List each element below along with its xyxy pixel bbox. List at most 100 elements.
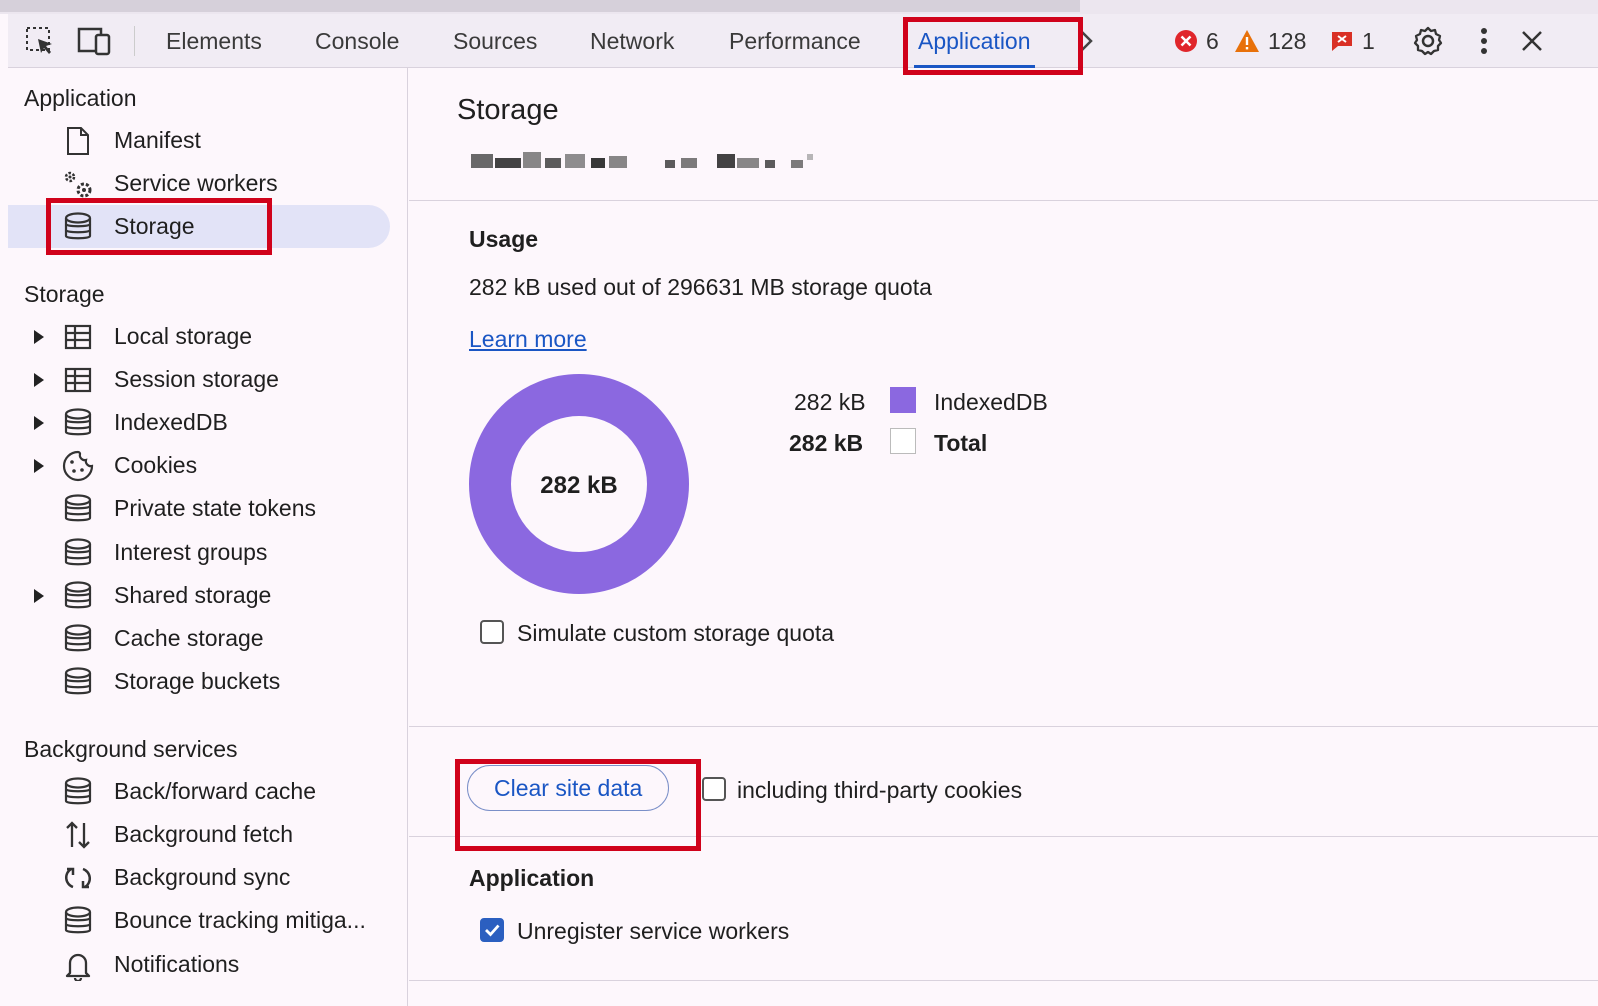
expand-triangle-icon[interactable] [28,329,50,345]
database-icon [58,579,98,613]
sidebar-item-storage[interactable]: Storage [8,205,390,248]
section-divider [409,836,1598,837]
sidebar-item-label: Storage buckets [114,668,281,694]
database-icon [58,406,98,440]
tab-console[interactable]: Console [315,14,399,68]
unregister-sw-label: Unregister service workers [517,918,790,944]
database-icon [58,536,98,570]
sidebar-item-label: Shared storage [114,582,272,608]
tab-performance[interactable]: Performance [729,14,861,68]
clear-site-data-button[interactable]: Clear site data [467,765,670,811]
tab-network[interactable]: Network [590,14,674,68]
sidebar-heading-background-services: Background services [24,736,238,762]
close-icon[interactable] [1512,22,1552,60]
tab-application[interactable]: Application [914,14,1035,68]
sidebar-item-manifest[interactable]: Manifest [8,119,398,162]
learn-more-link[interactable]: Learn more [469,326,587,353]
simulate-quota-checkbox[interactable] [480,620,504,644]
horizontal-scrollbar[interactable] [0,0,1080,12]
sidebar-item-label: IndexedDB [114,409,228,435]
sidebar-item-service-workers[interactable]: Service workers [8,162,398,205]
sidebar-item-local-storage[interactable]: Local storage [8,315,398,358]
application-heading: Application [469,865,595,891]
sidebar-item-background-fetch[interactable]: Background fetch [8,813,398,856]
inspect-element-icon[interactable] [20,22,60,60]
sidebar-item-label: Notifications [114,951,240,977]
sidebar-item-label: Session storage [114,366,279,392]
warning-icon [1235,30,1259,52]
window-top-strip [0,0,1598,14]
table-icon [58,363,98,397]
simulate-quota-label: Simulate custom storage quota [517,620,835,646]
section-divider [409,980,1598,981]
arrows-updown-icon [58,818,98,852]
expand-triangle-icon[interactable] [28,458,50,474]
sidebar-item-label: Cache storage [114,625,264,651]
errors-counter[interactable]: 6 [1174,14,1219,68]
tab-elements[interactable]: Elements [166,14,262,68]
legend-swatch-total [890,428,916,454]
database-icon [58,492,98,526]
sidebar-item-label: Back/forward cache [114,778,316,804]
sidebar-item-notifications[interactable]: Notifications [8,943,398,986]
settings-gear-icon[interactable] [1408,22,1448,60]
sidebar-item-label: Manifest [114,127,201,153]
sidebar-item-background-sync[interactable]: Background sync [8,856,398,899]
sidebar-item-label: Bounce tracking mitiga... [114,907,366,933]
database-icon [58,775,98,809]
sidebar-item-back-forward-cache[interactable]: Back/forward cache [8,770,398,813]
donut-center-label: 282 kB [540,472,617,499]
sidebar-item-shared-storage[interactable]: Shared storage [8,574,398,617]
issues-counter[interactable]: 1 [1330,14,1375,68]
blurred-origin-url [471,152,813,168]
warnings-counter[interactable]: 128 [1234,14,1306,68]
sidebar-heading-application: Application [24,85,137,111]
third-party-cookies-checkbox[interactable] [702,777,726,801]
section-divider [409,200,1598,201]
sidebar-item-indexeddb[interactable]: IndexedDB [8,401,398,444]
issues-count: 1 [1362,27,1375,54]
sidebar-item-session-storage[interactable]: Session storage [8,358,398,401]
expand-triangle-icon[interactable] [28,372,50,388]
legend-indexeddb-value: 282 kB [794,389,866,415]
legend-indexeddb-label: IndexedDB [934,389,1048,415]
bell-icon [58,948,98,982]
sidebar-item-label: Background sync [114,864,291,890]
sidebar-item-label: Service workers [114,170,278,196]
gears-icon [58,167,98,201]
sidebar-item-cache-storage[interactable]: Cache storage [8,617,398,660]
third-party-cookies-label: including third-party cookies [737,777,1023,803]
sidebar-item-label: Private state tokens [114,495,316,521]
sidebar-item-bounce-tracking[interactable]: Bounce tracking mitiga... [8,899,398,942]
more-tabs-chevron-icon[interactable] [1072,22,1102,60]
device-toolbar-icon[interactable] [74,22,114,60]
toolbar-separator [134,26,135,56]
sidebar-item-label: Background fetch [114,821,294,847]
section-divider [409,726,1598,727]
database-icon [58,904,98,938]
issue-flag-icon [1332,32,1352,51]
legend-total-label: Total [934,430,988,456]
database-icon [58,210,98,244]
usage-heading: Usage [469,226,539,252]
sidebar-item-label: Interest groups [114,539,268,565]
storage-panel: Storage Usage 282 kB used out of 296631 … [409,68,1598,1006]
sidebar-item-storage-buckets[interactable]: Storage buckets [8,660,398,703]
tab-sources[interactable]: Sources [453,14,537,68]
usage-summary: 282 kB used out of 296631 MB storage quo… [469,274,932,300]
checkmark-icon [485,924,500,937]
expand-triangle-icon[interactable] [28,588,50,604]
page-title: Storage [457,94,559,126]
error-icon [1175,30,1197,52]
more-options-kebab-icon[interactable] [1464,22,1504,60]
sidebar-item-label: Cookies [114,452,198,478]
cookie-icon [58,449,98,483]
sync-icon [58,861,98,895]
devtools-toolbar: Elements Console Sources Network Perform… [8,14,1598,68]
expand-triangle-icon[interactable] [28,415,50,431]
unregister-sw-checkbox[interactable] [480,918,504,942]
sidebar-item-cookies[interactable]: Cookies [8,444,398,487]
usage-donut-chart: 282 kB [469,374,689,594]
sidebar-item-private-state-tokens[interactable]: Private state tokens [8,487,398,530]
sidebar-item-interest-groups[interactable]: Interest groups [8,531,398,574]
